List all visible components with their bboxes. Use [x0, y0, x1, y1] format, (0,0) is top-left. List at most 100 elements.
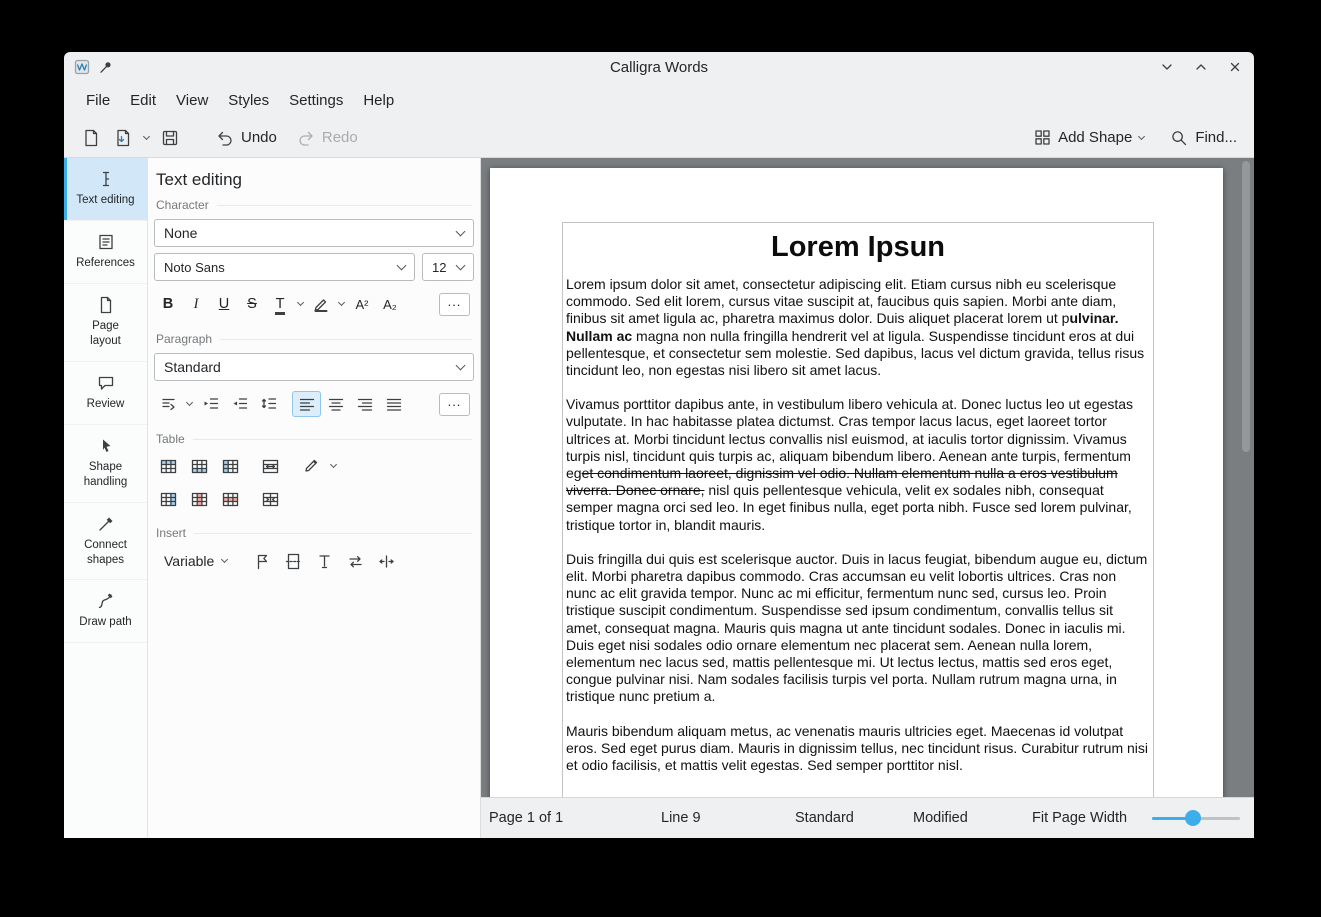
insert-section-button[interactable] — [279, 548, 308, 574]
find-label: Find... — [1195, 129, 1237, 146]
superscript-button[interactable]: A² — [348, 291, 376, 317]
chevron-down-icon — [143, 132, 150, 139]
strikethrough-button[interactable]: S — [238, 291, 266, 317]
sidebar-item-shape-handling[interactable]: Shape handling — [64, 425, 147, 503]
scrollbar-thumb[interactable] — [1242, 161, 1250, 452]
table-borders-dropdown[interactable] — [327, 453, 340, 479]
sidebar-item-connect-shapes[interactable]: Connect shapes — [64, 503, 147, 581]
sidebar-item-draw-path[interactable]: Draw path — [64, 580, 147, 643]
paragraph-style-dropdown[interactable]: Standard — [154, 353, 474, 381]
sidebar-item-references[interactable]: References — [64, 221, 147, 284]
menu-styles[interactable]: Styles — [218, 87, 279, 114]
undo-label: Undo — [241, 129, 277, 146]
maximize-button[interactable] — [1192, 58, 1210, 76]
paragraph-more-button[interactable]: ... — [439, 393, 470, 416]
close-icon — [1229, 61, 1241, 73]
insert-variable-button[interactable]: Variable — [154, 548, 237, 574]
add-shape-label: Add Shape — [1058, 129, 1132, 146]
undo-button[interactable]: Undo — [211, 123, 282, 153]
font-family-dropdown[interactable]: Noto Sans — [154, 253, 415, 281]
menu-file[interactable]: File — [76, 87, 120, 114]
toggle-direction-button[interactable] — [341, 548, 370, 574]
titlebar[interactable]: Calligra Words — [64, 52, 1254, 82]
minimize-button[interactable] — [1158, 58, 1176, 76]
line-spacing-icon — [260, 395, 278, 413]
paragraph[interactable]: Duis fringilla dui quis est scelerisque … — [566, 551, 1150, 706]
zoom-slider-handle[interactable] — [1185, 810, 1201, 826]
find-button[interactable]: Find... — [1165, 123, 1242, 153]
align-center-button[interactable] — [321, 391, 350, 417]
document-title[interactable]: Lorem Ipsun — [566, 231, 1150, 264]
section-paragraph: Paragraph — [156, 332, 472, 346]
sidebar-item-page-layout[interactable]: Page layout — [64, 284, 147, 362]
paragraph[interactable]: Mauris bibendum aliquam metus, ac venena… — [566, 723, 1150, 775]
tool-dock-tabs: Text editing References Page layout Revi… — [64, 158, 148, 838]
menu-settings[interactable]: Settings — [279, 87, 353, 114]
character-style-dropdown[interactable]: None — [154, 219, 474, 247]
pin-icon[interactable] — [98, 60, 113, 75]
document-page[interactable]: Lorem Ipsun Lorem ipsum dolor sit amet, … — [490, 168, 1223, 797]
insert-text-frame-button[interactable] — [310, 548, 339, 574]
background-color-button[interactable] — [307, 291, 335, 317]
draw-path-icon — [97, 592, 115, 610]
text-color-dropdown[interactable] — [294, 291, 307, 317]
text-color-button[interactable]: T — [266, 291, 294, 317]
document-canvas[interactable]: Lorem Ipsun Lorem ipsum dolor sit amet, … — [481, 158, 1254, 797]
vertical-scrollbar[interactable] — [1240, 161, 1251, 794]
document-view: Lorem Ipsun Lorem ipsum dolor sit amet, … — [481, 158, 1254, 838]
menu-view[interactable]: View — [166, 87, 218, 114]
list-format-dropdown[interactable] — [183, 391, 196, 417]
open-document-button[interactable] — [108, 123, 138, 153]
insert-row-below-button[interactable] — [185, 453, 214, 479]
merge-cells-button[interactable] — [256, 453, 285, 479]
underline-button[interactable]: U — [210, 291, 238, 317]
page-indicator: Page 1 of 1 — [489, 810, 563, 826]
chevron-down-icon — [338, 299, 345, 306]
table-borders-button[interactable] — [296, 453, 325, 479]
list-format-button[interactable] — [154, 391, 183, 417]
close-button[interactable] — [1226, 58, 1244, 76]
sidebar-item-review[interactable]: Review — [64, 362, 147, 425]
text-frame[interactable]: Lorem Ipsun Lorem ipsum dolor sit amet, … — [562, 222, 1154, 797]
redo-button[interactable]: Redo — [292, 123, 363, 153]
align-left-button[interactable] — [292, 391, 321, 417]
open-dropdown-button[interactable] — [140, 125, 153, 151]
sidebar-item-label: Connect shapes — [76, 538, 135, 568]
align-justify-button[interactable] — [379, 391, 408, 417]
bold-button[interactable]: B — [154, 291, 182, 317]
paragraph[interactable]: Lorem ipsum dolor sit amet, consectetur … — [566, 276, 1150, 379]
align-right-button[interactable] — [350, 391, 379, 417]
character-style-value: None — [164, 225, 197, 241]
character-more-button[interactable]: ... — [439, 293, 470, 316]
main-content: Text editing References Page layout Revi… — [64, 158, 1254, 838]
line-spacing-button[interactable] — [254, 391, 283, 417]
italic-button[interactable]: I — [182, 291, 210, 317]
line-indicator: Line 9 — [661, 810, 701, 826]
paragraph[interactable]: Vivamus porttitor dapibus ante, in vesti… — [566, 396, 1150, 534]
shape-handling-icon — [97, 437, 115, 455]
autofit-button[interactable] — [372, 548, 401, 574]
sidebar-item-label: Draw path — [79, 615, 131, 630]
save-button[interactable] — [155, 123, 185, 153]
delete-column-button[interactable] — [185, 486, 214, 512]
sidebar-item-text-editing[interactable]: Text editing — [64, 158, 147, 221]
insert-column-right-button[interactable] — [154, 486, 183, 512]
insert-row-above-button[interactable] — [154, 453, 183, 479]
background-color-dropdown[interactable] — [335, 291, 348, 317]
font-size-dropdown[interactable]: 12 — [422, 253, 474, 281]
zoom-mode-button[interactable]: Fit Page Width — [1032, 810, 1127, 826]
insert-bookmark-button[interactable] — [248, 548, 277, 574]
subscript-button[interactable]: A₂ — [376, 291, 404, 317]
split-cells-button[interactable] — [256, 486, 285, 512]
menu-help[interactable]: Help — [353, 87, 404, 114]
merge-cells-icon — [262, 458, 279, 475]
split-cells-icon — [262, 491, 279, 508]
insert-column-left-button[interactable] — [216, 453, 245, 479]
increase-indent-button[interactable] — [196, 391, 225, 417]
new-document-button[interactable] — [76, 123, 106, 153]
menu-edit[interactable]: Edit — [120, 87, 166, 114]
decrease-indent-button[interactable] — [225, 391, 254, 417]
zoom-slider[interactable] — [1152, 809, 1240, 827]
delete-row-button[interactable] — [216, 486, 245, 512]
add-shape-button[interactable]: Add Shape — [1029, 123, 1149, 153]
